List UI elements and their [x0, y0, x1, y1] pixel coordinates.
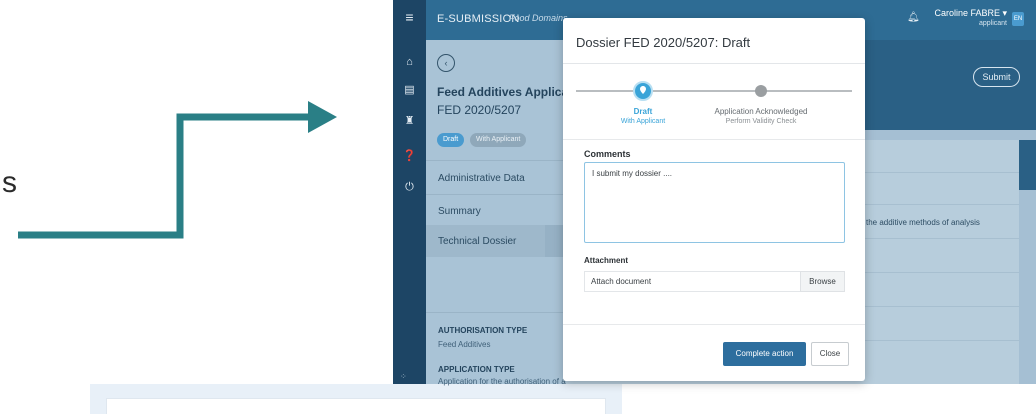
brand-name[interactable]: E-SUBMISSION: [437, 13, 519, 25]
attachment-input[interactable]: Attach document: [584, 271, 800, 292]
authorisation-type-value: Feed Additives: [438, 340, 491, 349]
step-sublabel: Perform Validity Check: [725, 118, 797, 125]
step-arrow-icon: [18, 101, 337, 239]
step-next-marker: [755, 85, 767, 97]
bottom-panel-inner: [106, 398, 606, 414]
step-sublabel: With Applicant: [620, 118, 666, 125]
divider: [563, 324, 865, 325]
status-badge: With Applicant: [470, 133, 527, 147]
scrollbar[interactable]: [1019, 140, 1036, 190]
application-type-label: APPLICATION TYPE: [438, 365, 515, 374]
language-icon[interactable]: EN: [1012, 12, 1024, 26]
authorisation-type-label: AUTHORISATION TYPE: [438, 326, 528, 335]
icon-sidebar: ≡ ⌂ ▤ ♜ ❓ ⏻: [393, 0, 426, 384]
help-icon[interactable]: ❓: [393, 149, 426, 163]
application-type-value: Application for the authorisation of a n…: [438, 377, 583, 386]
home-icon[interactable]: ⌂: [393, 55, 426, 69]
loading-icon: ⁘: [400, 372, 407, 381]
complete-action-button[interactable]: Complete action: [723, 342, 806, 366]
browse-button[interactable]: Browse: [800, 271, 845, 292]
divider: [426, 160, 566, 161]
menu-icon[interactable]: ≡: [393, 10, 426, 24]
divider: [563, 63, 865, 64]
attachment-label: Attachment: [584, 256, 629, 265]
progress-track: [576, 90, 634, 92]
dialog-title: Dossier FED 2020/5207: Draft: [576, 35, 751, 50]
comments-label: Comments: [584, 149, 631, 159]
power-icon[interactable]: ⏻: [393, 180, 426, 194]
close-button[interactable]: Close: [811, 342, 849, 366]
step-label: Draft: [633, 107, 653, 116]
divider: [563, 139, 865, 140]
screenshot-stage: s ≡ ⌂ ▤ ♜ ❓ ⏻ E-SUBMISSION Food Domains …: [0, 0, 1036, 414]
divider: [426, 312, 566, 313]
progress-track: [653, 90, 761, 92]
user-name[interactable]: Caroline FABRE ▾: [927, 8, 1007, 19]
submit-button[interactable]: Submit: [973, 67, 1020, 87]
document-icon[interactable]: ▤: [393, 83, 426, 97]
divider: [426, 194, 566, 195]
comments-textarea[interactable]: I submit my dossier ....: [584, 162, 845, 243]
status-badge: Draft: [437, 133, 465, 147]
user-role: applicant: [978, 20, 1007, 27]
row-text: the additive methods of analysis: [866, 218, 980, 227]
location-pin-icon: [640, 86, 646, 94]
nav-item-technical-dossier[interactable]: Technical Dossier: [438, 236, 516, 247]
building-icon[interactable]: ♜: [393, 114, 426, 128]
step-label: Application Acknowledged: [714, 107, 808, 116]
nav-item-administrative-data[interactable]: Administrative Data: [438, 173, 525, 184]
back-button[interactable]: ‹: [437, 54, 455, 72]
brand-subtitle: Food Domains: [509, 13, 568, 23]
dossier-id: FED 2020/5207: [437, 103, 522, 117]
bell-icon[interactable]: 🔔︎: [907, 12, 920, 23]
action-dialog: Dossier FED 2020/5207: Draft Draft With …: [563, 18, 865, 381]
progress-track: [766, 90, 852, 92]
nav-item-summary[interactable]: Summary: [438, 206, 481, 217]
